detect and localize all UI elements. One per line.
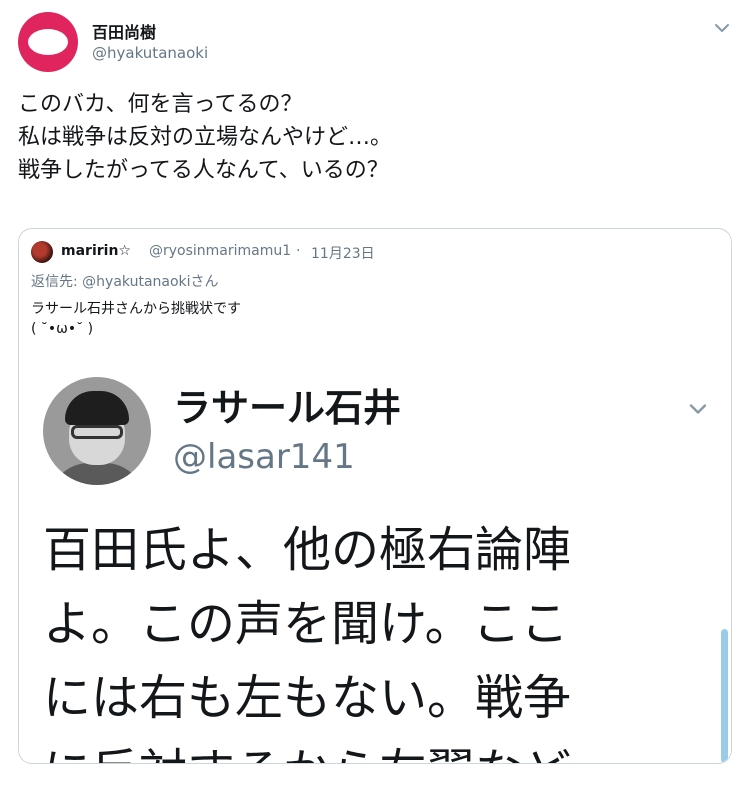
embedded-text-line: に反対するから左翼など [43, 735, 571, 763]
tweet-text-line: このバカ、何を言ってるの？ [18, 92, 303, 117]
quoted-tweet-text: ラサール石井さんから挑戦状です ( ˘•ω•˘ ) [31, 299, 241, 339]
embedded-text-line: には右も左もない。戦争 [43, 670, 572, 726]
scrollbar[interactable] [721, 629, 728, 763]
embedded-text-line: 百田氏よ、他の極右論陣 [43, 522, 572, 578]
embedded-author-name: ラサール石井 [173, 386, 402, 430]
reply-prefix: 返信先: [31, 274, 83, 290]
quoted-text-line: ( ˘•ω•˘ ) [31, 321, 94, 337]
separator-dot: · [296, 243, 301, 259]
tweet-text-line: 戦争したがってる人なんて、いるの？ [18, 158, 389, 183]
avatar[interactable] [18, 12, 78, 72]
reply-to-line: 返信先: @hyakutanaokiさん [31, 271, 219, 291]
quoted-tweet-date[interactable]: 11月23日 [311, 243, 375, 263]
embedded-avatar [43, 377, 151, 485]
tweet-text-line: 私は戦争は反対の立場なんやけど…。 [18, 125, 393, 150]
quoted-text-line: ラサール石井さんから挑戦状です [31, 301, 241, 317]
chevron-down-icon [684, 395, 712, 423]
chevron-down-icon[interactable] [710, 16, 734, 40]
tweet-text: このバカ、何を言ってるの？ 私は戦争は反対の立場なんやけど…。 戦争したがってる… [18, 88, 718, 187]
reply-mention-link[interactable]: @hyakutanaoki [82, 274, 190, 290]
embedded-text-line: よ。この声を聞け。ここ [43, 596, 569, 652]
quoted-author-name[interactable]: maririn☆ [61, 243, 131, 259]
embedded-author-handle: @lasar141 [173, 437, 355, 477]
quoted-tweet-image[interactable]: ラサール石井 @lasar141 百田氏よ、他の極右論陣 よ。この声を聞け。ここ… [19, 355, 731, 763]
tweet-header: 百田尚樹 @hyakutanaoki [0, 0, 750, 80]
quoted-author-handle[interactable]: @ryosinmarimamu1 [149, 243, 291, 259]
quoted-avatar[interactable] [31, 241, 53, 263]
author-display-name[interactable]: 百田尚樹 [92, 19, 156, 43]
reply-suffix: さん [190, 274, 219, 290]
author-handle[interactable]: @hyakutanaoki [92, 44, 208, 62]
quoted-tweet-card[interactable]: maririn☆ @ryosinmarimamu1 · 11月23日 返信先: … [18, 228, 732, 764]
embedded-tweet-text: 百田氏よ、他の極右論陣 よ。この声を聞け。ここ には右も左もない。戦争 に反対す… [43, 513, 572, 763]
